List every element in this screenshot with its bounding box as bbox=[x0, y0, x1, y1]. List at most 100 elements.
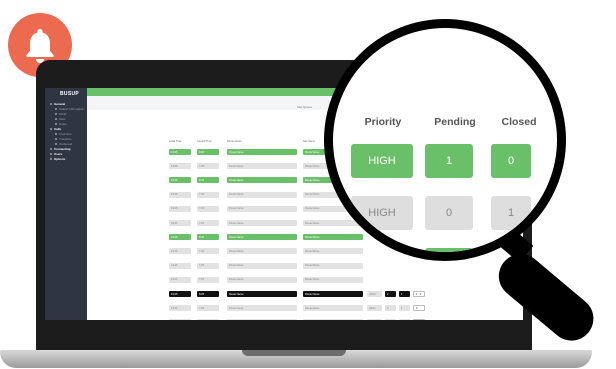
zoomed-column-header: Priority bbox=[364, 116, 402, 128]
sidebar-item-label: General bbox=[54, 101, 66, 106]
bell-icon bbox=[26, 29, 54, 63]
table-cell[interactable]: 1 · 0 bbox=[413, 291, 425, 297]
table-cell[interactable]: 19:25 bbox=[169, 262, 191, 269]
table-cell[interactable]: 7:25 bbox=[197, 319, 219, 320]
table-cell[interactable]: Route Name bbox=[227, 220, 297, 226]
table-cell[interactable]: 0 bbox=[385, 319, 396, 320]
table-cell[interactable]: Route Name bbox=[303, 305, 363, 312]
bullet-icon bbox=[55, 142, 57, 145]
table-cell[interactable]: 1 bbox=[399, 305, 410, 312]
bullet-icon bbox=[55, 137, 57, 140]
table-cell[interactable]: 19:25 bbox=[169, 276, 191, 283]
table-cell[interactable]: Route Name bbox=[303, 276, 363, 283]
bullet-icon bbox=[55, 132, 57, 135]
table-cell[interactable]: 8:25 bbox=[197, 291, 219, 297]
table-cell[interactable]: HIGH bbox=[367, 291, 382, 297]
table-cell[interactable]: 8:25 bbox=[197, 234, 219, 241]
sidebar-menu: General Station Information Mode Slots Rules… bbox=[45, 101, 87, 161]
sidebar-item-label: Station Information bbox=[59, 106, 85, 111]
bullet-icon bbox=[50, 102, 52, 105]
table-cell[interactable]: 7:25 bbox=[197, 262, 219, 269]
table-cell[interactable]: 19:25 bbox=[169, 248, 191, 255]
table-cell[interactable]: 19:25 bbox=[169, 191, 191, 198]
sidebar-item-label: Mode bbox=[59, 111, 67, 116]
table-cell[interactable]: HIGH bbox=[367, 305, 382, 312]
zoomed-cell[interactable]: HIGH bbox=[351, 196, 413, 230]
table-cell[interactable]: Route Name bbox=[303, 234, 363, 241]
table-cell[interactable]: Route Name bbox=[227, 305, 297, 312]
sidebar-item-label: Users bbox=[54, 151, 63, 156]
column-header: Central Time bbox=[197, 140, 212, 143]
zoomed-column-header: Pending bbox=[434, 116, 476, 128]
table-cell[interactable]: 19:25 bbox=[169, 163, 191, 170]
bullet-icon bbox=[50, 152, 52, 155]
column-header: Route Name bbox=[227, 140, 242, 143]
column-header: Local Time bbox=[169, 140, 182, 143]
table-cell[interactable]: 19:25 bbox=[169, 319, 191, 320]
table-cell[interactable]: 7:25 bbox=[197, 248, 219, 255]
table-cell[interactable]: 7:25 bbox=[197, 205, 219, 212]
bullet-icon bbox=[50, 157, 52, 160]
table-cell[interactable]: Route Name bbox=[227, 177, 297, 184]
table-cell[interactable]: HIGH bbox=[367, 319, 382, 320]
table-cell[interactable]: 7:25 bbox=[197, 276, 219, 283]
zoomed-cell[interactable]: 0 bbox=[491, 144, 531, 178]
table-cell[interactable]: 19:25 bbox=[169, 205, 191, 212]
sidebar-item[interactable]: Options bbox=[45, 156, 87, 161]
table-cell[interactable]: 0 bbox=[385, 305, 396, 312]
table-cell[interactable]: Route Name bbox=[227, 319, 297, 320]
bullet-icon bbox=[50, 127, 52, 130]
table-cell[interactable]: Route Name bbox=[227, 248, 297, 255]
sidebar-item-label: Transfers bbox=[59, 136, 72, 141]
laptop-notch bbox=[242, 350, 346, 356]
brand-logo: BUSUP bbox=[60, 91, 80, 97]
table-cell[interactable]: Route Name bbox=[227, 276, 297, 283]
magnifier-lens: PriorityPendingClosedHIGH10HIGH01HIGH11 bbox=[324, 19, 566, 261]
bullet-icon bbox=[55, 112, 57, 115]
table-cell[interactable]: 0 bbox=[413, 305, 425, 312]
sidebar-item-label: Outbound bbox=[59, 141, 73, 146]
table-cell[interactable]: Route Name bbox=[227, 191, 297, 198]
table-cell[interactable]: Route Name bbox=[227, 163, 297, 170]
table-cell[interactable]: 19:25 bbox=[169, 220, 191, 226]
table-cell[interactable]: 19:25 bbox=[169, 291, 191, 297]
zoomed-cell[interactable]: 1 bbox=[425, 248, 473, 252]
sidebar-item-label: Options bbox=[54, 156, 66, 161]
table-cell[interactable]: Route Name bbox=[303, 291, 363, 297]
table-cell[interactable]: Route Name bbox=[303, 319, 363, 320]
table-cell[interactable]: Route Name bbox=[227, 234, 297, 241]
sidebar-item-label: Connecting bbox=[54, 146, 71, 151]
sidebar-item-label: Slots bbox=[59, 116, 66, 121]
table-cell[interactable]: Route Name bbox=[227, 205, 297, 212]
table-cell[interactable]: 7:25 bbox=[197, 305, 219, 312]
column-header: Site Name bbox=[303, 140, 316, 143]
bullet-icon bbox=[55, 117, 57, 120]
table-cell[interactable]: 7:25 bbox=[197, 220, 219, 226]
bullet-icon bbox=[50, 147, 52, 150]
zoomed-cell[interactable]: 1 bbox=[491, 196, 531, 230]
zoomed-cell[interactable]: HIGH bbox=[351, 144, 413, 178]
table-cell[interactable]: 19:25 bbox=[169, 149, 191, 155]
page-title: Slot Queue bbox=[297, 105, 313, 109]
zoomed-cell[interactable]: 0 bbox=[425, 196, 473, 230]
sidebar-item-label: Rules bbox=[59, 121, 67, 126]
table-cell[interactable]: 2 bbox=[385, 291, 396, 297]
table-cell[interactable]: 1 bbox=[399, 291, 410, 297]
table-cell[interactable]: Route Name bbox=[227, 262, 297, 269]
zoomed-cell[interactable]: 1 bbox=[425, 144, 473, 178]
table-cell[interactable]: 7:25 bbox=[197, 191, 219, 198]
table-cell[interactable]: 8:25 bbox=[197, 149, 219, 155]
table-cell[interactable]: 8:25 bbox=[197, 177, 219, 184]
zoomed-column-header: Closed bbox=[501, 116, 537, 128]
table-cell[interactable]: Route Name bbox=[303, 262, 363, 269]
table-cell[interactable]: 22 bbox=[413, 319, 425, 320]
table-cell[interactable]: Route Name bbox=[227, 149, 297, 155]
table-cell[interactable]: Route Name bbox=[227, 291, 297, 297]
sidebar-item-label: Calls bbox=[54, 126, 62, 131]
table-cell[interactable]: 1 bbox=[399, 319, 410, 320]
table-cell[interactable]: 7:25 bbox=[197, 163, 219, 170]
table-cell[interactable]: 19:25 bbox=[169, 177, 191, 184]
table-cell[interactable]: 19:25 bbox=[169, 305, 191, 312]
sidebar: BUSUP General Station Information Mode Slot… bbox=[45, 88, 87, 320]
table-cell[interactable]: 19:25 bbox=[169, 234, 191, 241]
